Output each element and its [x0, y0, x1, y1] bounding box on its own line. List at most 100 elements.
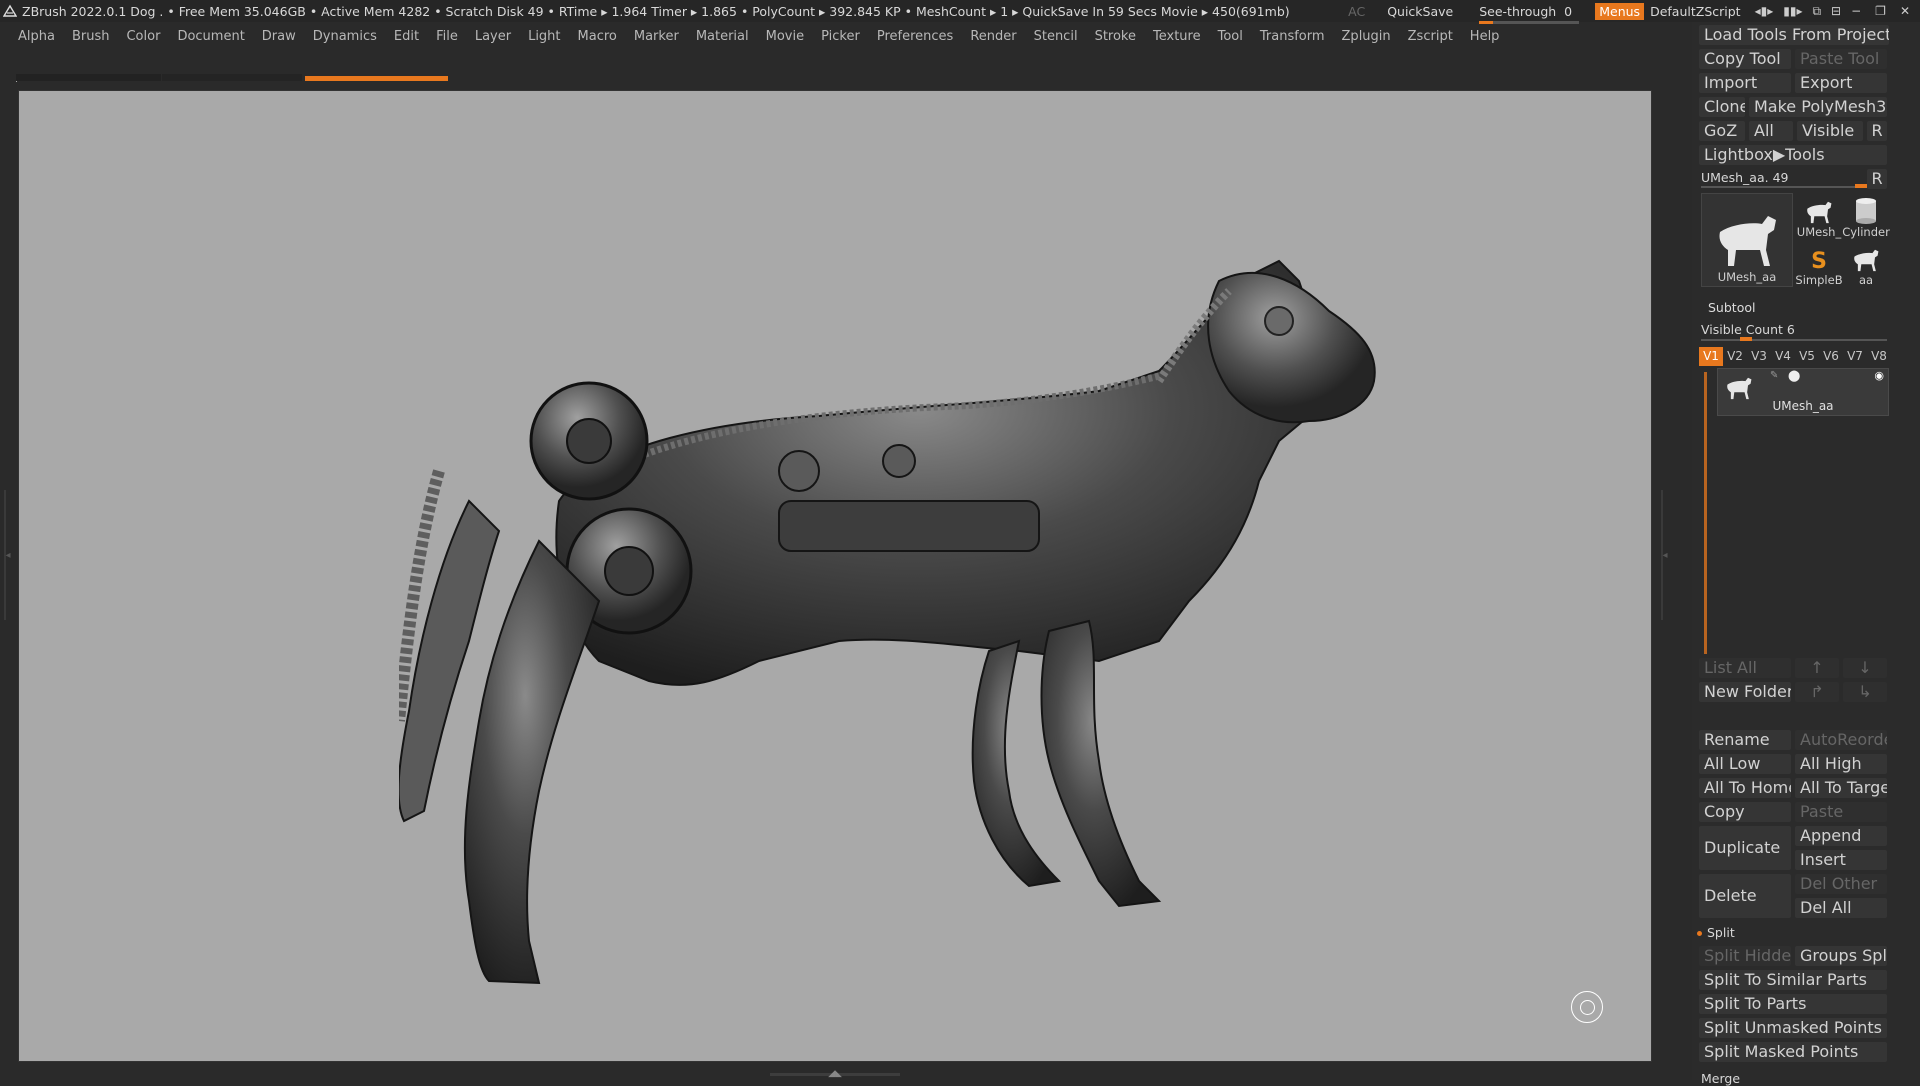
menu-color[interactable]: Color [126, 29, 160, 44]
paste-tool-button[interactable]: Paste Tool [1795, 49, 1887, 69]
all-high-button[interactable]: All High [1795, 754, 1887, 774]
canvas-viewport[interactable] [18, 90, 1652, 1062]
subtool-section-title[interactable]: Subtool [1692, 300, 1920, 315]
menu-transform[interactable]: Transform [1260, 29, 1325, 44]
insert-button[interactable]: Insert [1795, 850, 1887, 870]
minimize-icon[interactable]: − [1851, 4, 1861, 18]
copy-tool-button[interactable]: Copy Tool [1699, 49, 1791, 69]
folder-in-icon[interactable]: ↱ [1795, 682, 1839, 702]
tab-v2[interactable]: V2 [1723, 347, 1747, 366]
menu-zplugin[interactable]: Zplugin [1342, 29, 1391, 44]
right-tray-handle[interactable]: ◂ [1657, 490, 1669, 620]
menu-picker[interactable]: Picker [821, 29, 860, 44]
ac-toggle[interactable]: AC [1348, 4, 1365, 19]
clone-button[interactable]: Clone [1699, 97, 1745, 117]
menu-preferences[interactable]: Preferences [877, 29, 953, 44]
tab-v6[interactable]: V6 [1819, 347, 1843, 366]
bottom-tray-handle[interactable]: ◢◣ [770, 1069, 900, 1079]
menu-draw[interactable]: Draw [262, 29, 296, 44]
tab-v8[interactable]: V8 [1867, 347, 1891, 366]
default-zscript-button[interactable]: DefaultZScript [1650, 4, 1741, 19]
import-button[interactable]: Import [1699, 73, 1791, 93]
split-section-title[interactable]: Split [1697, 925, 1735, 940]
menu-macro[interactable]: Macro [578, 29, 617, 44]
split-to-similar-parts-button[interactable]: Split To Similar Parts [1699, 970, 1887, 990]
del-other-button[interactable]: Del Other [1795, 874, 1887, 894]
move-down-arrow-icon[interactable]: ↓ [1843, 658, 1887, 678]
menu-alpha[interactable]: Alpha [18, 29, 55, 44]
menu-dynamics[interactable]: Dynamics [313, 29, 377, 44]
move-up-arrow-icon[interactable]: ↑ [1795, 658, 1839, 678]
split-unmasked-points-button[interactable]: Split Unmasked Points [1699, 1018, 1887, 1038]
menu-movie[interactable]: Movie [766, 29, 804, 44]
goz-button[interactable]: GoZ [1699, 121, 1745, 141]
append-button[interactable]: Append [1795, 826, 1887, 846]
goz-all-button[interactable]: All [1749, 121, 1793, 141]
make-polymesh3d-button[interactable]: Make PolyMesh3D [1749, 97, 1887, 117]
paste-button[interactable]: Paste [1795, 802, 1887, 822]
interface-icon-1[interactable]: ◂▮▸ [1755, 4, 1774, 19]
all-low-button[interactable]: All Low [1699, 754, 1791, 774]
thumb-umesh[interactable]: UMesh_ [1797, 193, 1841, 239]
tab-v4[interactable]: V4 [1771, 347, 1795, 366]
current-tool-r-button[interactable]: R [1867, 169, 1887, 189]
close-icon[interactable]: ✕ [1900, 4, 1910, 18]
all-to-home-button[interactable]: All To Home [1699, 778, 1791, 798]
menu-texture[interactable]: Texture [1153, 29, 1201, 44]
interface-icon-3[interactable]: ⧉ [1812, 4, 1821, 19]
tab-v1[interactable]: V1 [1699, 347, 1723, 366]
tab-v7[interactable]: V7 [1843, 347, 1867, 366]
all-to-target-button[interactable]: All To Target [1795, 778, 1887, 798]
export-button[interactable]: Export [1795, 73, 1887, 93]
delete-button[interactable]: Delete [1699, 874, 1791, 918]
menu-marker[interactable]: Marker [634, 29, 679, 44]
see-through-slider[interactable]: See-through 0 [1479, 4, 1580, 24]
list-all-button[interactable]: List All [1699, 658, 1791, 678]
tab-v5[interactable]: V5 [1795, 347, 1819, 366]
menu-material[interactable]: Material [696, 29, 749, 44]
menu-help[interactable]: Help [1470, 29, 1500, 44]
split-hidden-button[interactable]: Split Hidden [1699, 946, 1791, 966]
subtool-scrollbar[interactable] [1704, 372, 1707, 654]
folder-out-icon[interactable]: ↳ [1843, 682, 1887, 702]
menu-layer[interactable]: Layer [475, 29, 511, 44]
merge-section-title[interactable]: Merge [1701, 1071, 1740, 1086]
interface-icon-2[interactable]: ▮▮▸ [1783, 4, 1802, 19]
current-tool-slider[interactable] [1701, 186, 1861, 188]
left-tray-handle[interactable]: ◂ [0, 490, 12, 620]
lightbox-tools-button[interactable]: Lightbox▶Tools [1699, 145, 1887, 165]
menu-stencil[interactable]: Stencil [1034, 29, 1078, 44]
copy-button[interactable]: Copy [1699, 802, 1791, 822]
new-folder-button[interactable]: New Folder [1699, 682, 1791, 702]
goz-r-button[interactable]: R [1867, 121, 1887, 141]
split-to-parts-button[interactable]: Split To Parts [1699, 994, 1887, 1014]
subtool-list-item[interactable]: ✎ ⬤ ◉ UMesh_aa [1717, 368, 1889, 416]
menu-tool[interactable]: Tool [1218, 29, 1243, 44]
restore-icon[interactable]: ❐ [1875, 4, 1886, 18]
thumb-umesh-aa[interactable]: UMesh_aa [1701, 193, 1793, 287]
thumb-aa[interactable]: aa [1843, 241, 1889, 287]
del-all-button[interactable]: Del All [1795, 898, 1887, 918]
visible-count-slider[interactable] [1701, 339, 1887, 341]
menu-render[interactable]: Render [970, 29, 1016, 44]
goz-visible-button[interactable]: Visible [1797, 121, 1863, 141]
menu-brush[interactable]: Brush [72, 29, 110, 44]
subtool-visibility-icon[interactable]: ⬤ [1788, 369, 1800, 382]
menu-file[interactable]: File [436, 29, 458, 44]
thumb-cylinder[interactable]: Cylinder [1842, 193, 1890, 239]
rename-button[interactable]: Rename [1699, 730, 1791, 750]
tab-v3[interactable]: V3 [1747, 347, 1771, 366]
split-masked-points-button[interactable]: Split Masked Points [1699, 1042, 1887, 1062]
menu-document[interactable]: Document [177, 29, 244, 44]
load-tools-from-project-button[interactable]: Load Tools From Project [1699, 25, 1889, 45]
autoreorder-button[interactable]: AutoReorder [1795, 730, 1887, 750]
subtool-brush-icon[interactable]: ✎ [1770, 370, 1778, 381]
interface-icon-4[interactable]: ⊟ [1831, 4, 1841, 19]
menu-zscript[interactable]: Zscript [1408, 29, 1453, 44]
quicksave-button[interactable]: QuickSave [1387, 4, 1453, 19]
navigation-gizmo-icon[interactable] [1571, 991, 1603, 1023]
thumb-simpleb[interactable]: S SimpleB [1795, 241, 1842, 288]
menus-button[interactable]: Menus [1595, 2, 1645, 20]
menu-light[interactable]: Light [528, 29, 560, 44]
subtool-eye-icon[interactable]: ◉ [1874, 369, 1884, 382]
